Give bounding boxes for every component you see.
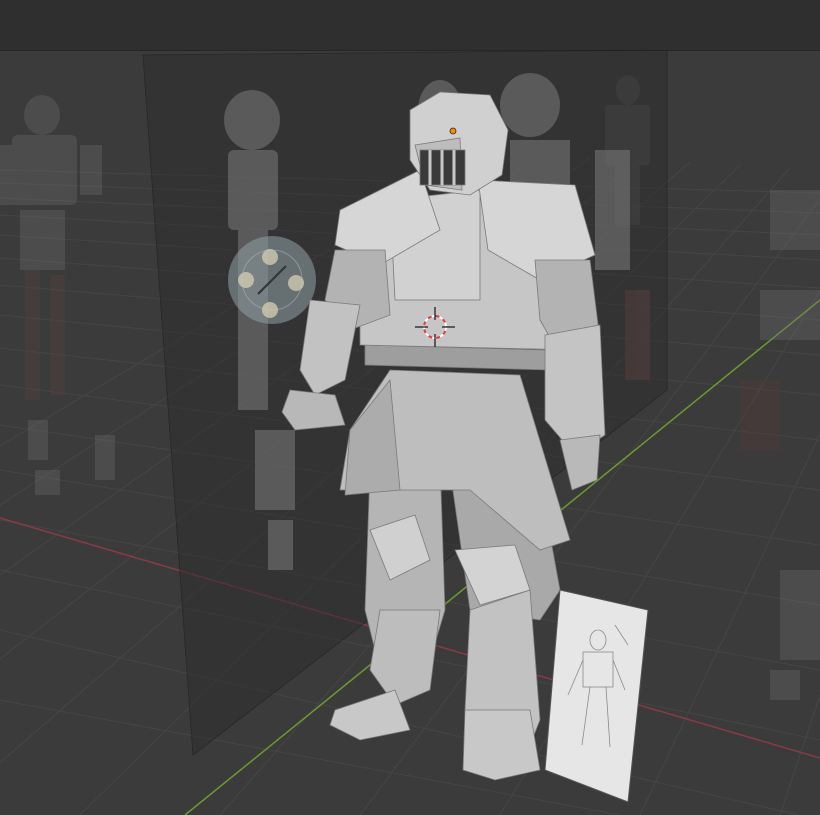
3d-viewport[interactable] [0,0,820,815]
reference-image-sketch[interactable] [544,589,649,803]
object-origin-icon[interactable] [449,127,457,135]
viewport-header [0,0,820,51]
scene-canvas[interactable] [0,50,820,815]
shield-reference [228,236,316,324]
